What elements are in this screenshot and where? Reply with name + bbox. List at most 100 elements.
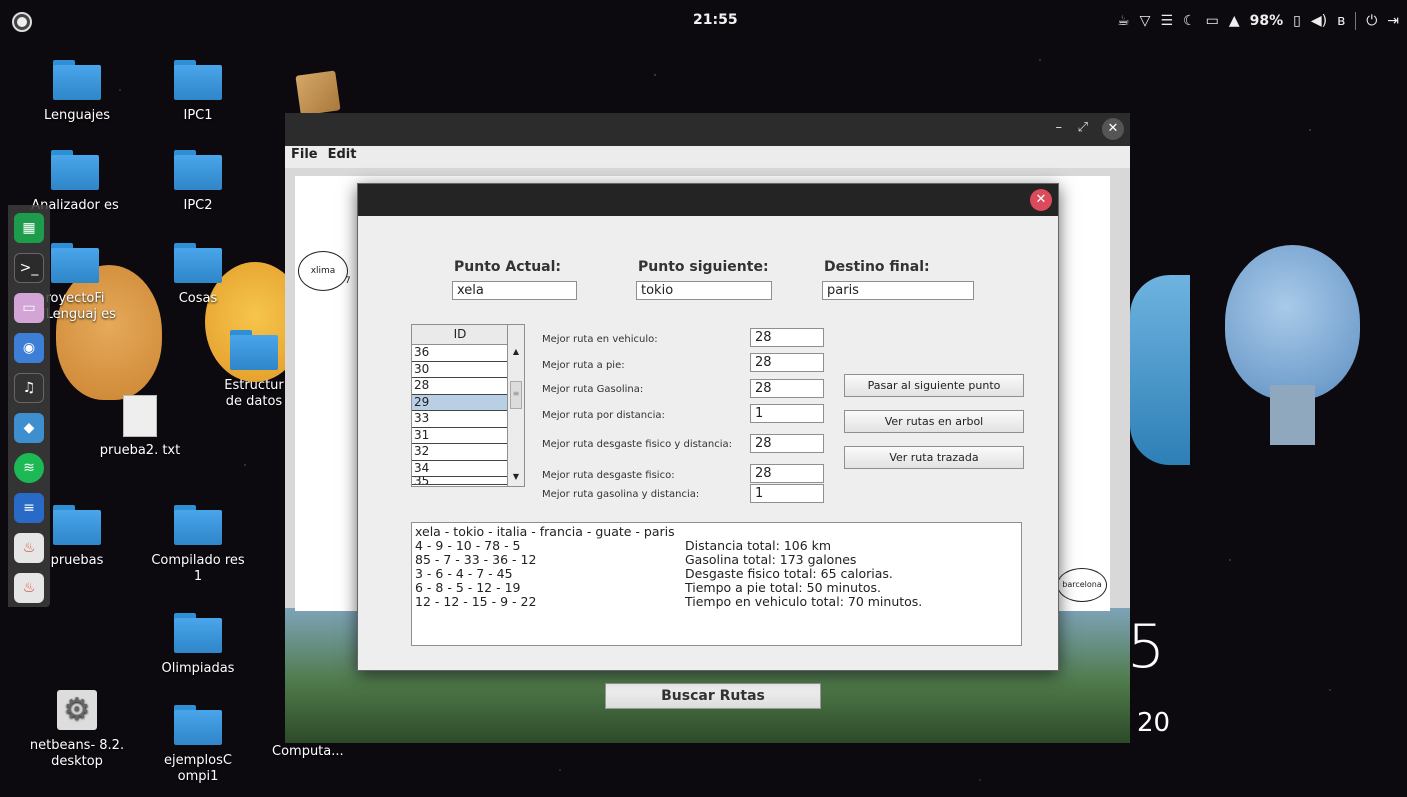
volume-icon[interactable]: ◀) xyxy=(1311,13,1327,29)
night-light-icon[interactable]: ☾ xyxy=(1183,13,1196,29)
route-line: xela - tokio - italia - francia - guate … xyxy=(415,524,675,539)
monster-sticker xyxy=(1225,245,1360,445)
metric-field-gasolina[interactable]: 28 xyxy=(750,379,824,398)
wifi-icon[interactable]: ▽ xyxy=(1140,13,1151,29)
desktop-icon-label: Computa... xyxy=(272,744,344,759)
desktop-icon-label: IPC1 xyxy=(183,108,213,123)
text-file-icon xyxy=(123,395,157,437)
notification-icon[interactable]: ▲ xyxy=(1229,13,1240,29)
id-table-scrollbar[interactable]: ▲ ≡ ▼ xyxy=(507,325,524,486)
system-tray: ☕ ▽ ☰ ☾ ▭ ▲ 98% ▯ ◀) ʙ ⏻ ⇥ xyxy=(1117,12,1399,30)
metric-label-distancia: Mejor ruta por distancia: xyxy=(542,410,665,421)
table-row[interactable]: 32 xyxy=(412,444,508,461)
punto-siguiente-field[interactable]: tokio xyxy=(636,281,772,300)
text-editor-icon[interactable]: ≡ xyxy=(14,493,44,523)
table-row[interactable]: 36 xyxy=(412,345,508,362)
files-icon[interactable]: ▭ xyxy=(1206,13,1219,29)
table-row[interactable]: 35 xyxy=(412,477,508,485)
destino-final-label: Destino final: xyxy=(824,259,930,275)
pasar-siguiente-button[interactable]: Pasar al siguiente punto xyxy=(844,374,1024,397)
scroll-down-icon[interactable]: ▼ xyxy=(510,471,522,483)
desktop-folder-compiladores[interactable]: Compilado res 1 xyxy=(148,505,248,585)
graph-node: barcelona xyxy=(1057,568,1107,602)
menu-icon[interactable]: ☰ xyxy=(1160,13,1173,29)
table-row[interactable]: 33 xyxy=(412,411,508,428)
folder-icon xyxy=(174,60,222,100)
desktop-folder-ipc2[interactable]: IPC2 xyxy=(148,150,248,214)
total-line: Distancia total: 106 km xyxy=(685,538,832,553)
results-textarea[interactable]: xela - tokio - italia - francia - guate … xyxy=(411,522,1022,646)
punto-actual-label: Punto Actual: xyxy=(454,259,562,275)
activities-button[interactable] xyxy=(12,12,32,32)
menu-file[interactable]: File xyxy=(291,147,318,167)
result-row: 6 - 8 - 5 - 12 - 19 xyxy=(415,580,521,595)
metric-field-gasolina-distancia[interactable]: 1 xyxy=(750,484,824,503)
ver-rutas-arbol-button[interactable]: Ver rutas en arbol xyxy=(844,410,1024,433)
music-icon[interactable]: ♫ xyxy=(14,373,44,403)
exit-icon[interactable]: ⇥ xyxy=(1387,13,1399,29)
scroll-thumb[interactable]: ≡ xyxy=(510,381,522,409)
desktop-folder-estructuras[interactable]: Estructur de datos xyxy=(218,330,290,410)
desktop-file-netbeans[interactable]: ⚙ netbeans- 8.2. desktop xyxy=(27,690,127,770)
desktop-item-computa[interactable]: Computa... xyxy=(272,744,372,760)
desktop-folder-ipc1[interactable]: IPC1 xyxy=(148,60,248,124)
desktop-icon-label: netbeans- 8.2. desktop xyxy=(29,738,125,769)
graph-edge-weight: 7 xyxy=(345,276,351,286)
terminal-icon[interactable]: >_ xyxy=(14,253,44,283)
id-table: ID 36 30 28 29 33 31 32 34 35 ▲ ≡ ▼ xyxy=(411,324,525,487)
spreadsheet-icon[interactable]: ▦ xyxy=(14,213,44,243)
menu-bar: File Edit xyxy=(285,146,1130,168)
punto-actual-field[interactable]: xela xyxy=(452,281,577,300)
java-icon[interactable]: ♨ xyxy=(14,533,44,563)
ver-ruta-trazada-button[interactable]: Ver ruta trazada xyxy=(844,446,1024,469)
close-icon[interactable]: ✕ xyxy=(1102,118,1124,140)
battery-icon[interactable]: ▯ xyxy=(1293,13,1301,29)
battery-percent[interactable]: 98% xyxy=(1250,13,1284,29)
coffee-icon[interactable]: ☕ xyxy=(1117,13,1130,29)
virtualbox-icon[interactable]: ◆ xyxy=(14,413,44,443)
folder-icon xyxy=(174,705,222,745)
desktop-icon-label: Compilado res 1 xyxy=(151,553,245,584)
result-row: 3 - 6 - 4 - 7 - 45 xyxy=(415,566,513,581)
desktop-folder-cosas[interactable]: Cosas xyxy=(148,243,248,307)
metric-field-distancia[interactable]: 1 xyxy=(750,404,824,423)
metric-field-pie[interactable]: 28 xyxy=(750,353,824,372)
spotify-icon[interactable]: ≋ xyxy=(14,453,44,483)
buscar-rutas-button[interactable]: Buscar Rutas xyxy=(605,683,821,709)
desktop-folder-lenguajes[interactable]: Lenguajes xyxy=(27,60,127,124)
bluetooth-icon[interactable]: ʙ xyxy=(1337,13,1345,29)
metric-label-vehiculo: Mejor ruta en vehiculo: xyxy=(542,334,658,345)
folder-icon xyxy=(53,60,101,100)
clock[interactable]: 21:55 xyxy=(693,12,738,28)
table-row[interactable]: 30 xyxy=(412,362,508,378)
table-row[interactable]: 34 xyxy=(412,461,508,477)
desktop-folder-ejemploscompi[interactable]: ejemplosC ompi1 xyxy=(148,705,248,785)
metric-field-desgaste[interactable]: 28 xyxy=(750,464,824,483)
maximize-icon[interactable]: ⤢ xyxy=(1078,120,1088,135)
main-window-titlebar: – ⤢ ✕ xyxy=(285,113,1130,146)
table-row[interactable]: 28 xyxy=(412,378,508,395)
folder-icon xyxy=(174,505,222,545)
power-icon[interactable]: ⏻ xyxy=(1366,13,1377,29)
folder-icon xyxy=(174,613,222,653)
metric-label-desgaste: Mejor ruta desgaste fisico: xyxy=(542,470,675,481)
folder-icon xyxy=(174,150,222,190)
files-app-icon[interactable]: ▭ xyxy=(14,293,44,323)
menu-edit[interactable]: Edit xyxy=(328,147,357,167)
package-icon[interactable] xyxy=(295,70,341,116)
folder-icon xyxy=(51,150,99,190)
metric-field-vehiculo[interactable]: 28 xyxy=(750,328,824,347)
destino-final-field[interactable]: paris xyxy=(822,281,974,300)
dialog-titlebar: ✕ xyxy=(358,184,1058,216)
table-row-selected[interactable]: 29 xyxy=(412,394,508,411)
java-app-icon[interactable]: ♨ xyxy=(14,573,44,603)
desktop-folder-olimpiadas[interactable]: Olimpiadas xyxy=(148,613,248,677)
minimize-icon[interactable]: – xyxy=(1056,120,1063,135)
id-column-header[interactable]: ID xyxy=(412,325,508,345)
table-row[interactable]: 31 xyxy=(412,428,508,444)
desktop-file-prueba2[interactable]: prueba2. txt xyxy=(90,395,190,459)
dialog-close-icon[interactable]: ✕ xyxy=(1030,189,1052,211)
scroll-up-icon[interactable]: ▲ xyxy=(510,346,522,358)
metric-field-desgaste-distancia[interactable]: 28 xyxy=(750,434,824,453)
chrome-icon[interactable]: ◉ xyxy=(14,333,44,363)
